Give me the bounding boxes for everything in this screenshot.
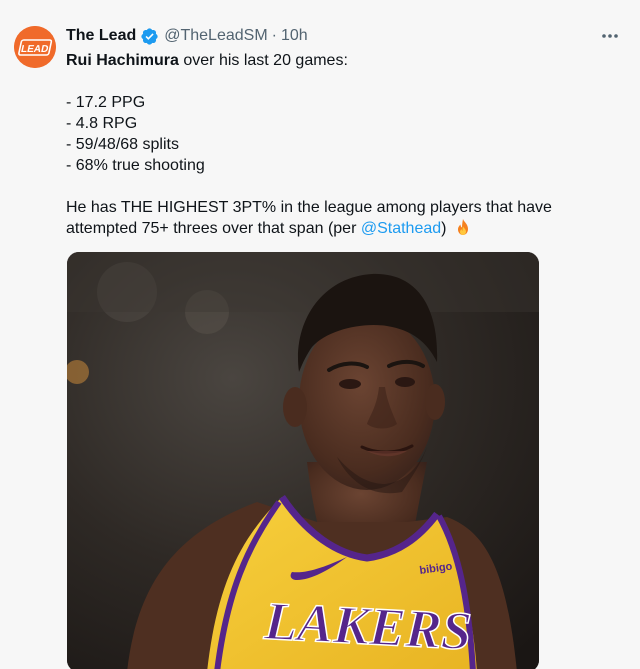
avatar[interactable]: LEAD [14, 26, 56, 68]
mention-link[interactable]: @Stathead [361, 220, 441, 237]
stat-line: - 17.2 PPG [66, 94, 146, 111]
tweet-card[interactable]: LEAD The Lead @TheLeadSM · 10h Rui Hachi… [0, 0, 640, 669]
more-options-icon[interactable] [598, 26, 622, 46]
fire-emoji-icon [454, 218, 472, 236]
closing-end: ) [441, 220, 447, 237]
stat-line: - 59/48/68 splits [66, 136, 179, 153]
user-handle[interactable]: @TheLeadSM [164, 27, 267, 45]
player-name: Rui Hachimura [66, 52, 179, 69]
tweet-media-image[interactable]: bibigo LAKERS [67, 252, 539, 669]
closing-paragraph: He has THE HIGHEST 3PT% in the league am… [66, 197, 586, 239]
lead-logo: LEAD [14, 26, 56, 68]
verified-badge-icon [140, 27, 159, 46]
player-photo: bibigo LAKERS [67, 252, 539, 669]
jersey-wordmark-text: LAKERS [262, 591, 473, 662]
lead-rest-text: over his last 20 games: [178, 52, 348, 69]
separator-dot: · [271, 27, 277, 44]
line-spacer [66, 176, 586, 197]
tweet-timestamp[interactable]: 10h [281, 27, 308, 45]
tweet-header: The Lead @TheLeadSM · 10h [66, 25, 308, 47]
tweet-text: Rui Hachimura over his last 20 games: - … [66, 50, 586, 239]
avatar-logo-text: LEAD [20, 44, 50, 55]
line-spacer [66, 71, 586, 92]
stat-line: - 4.8 RPG [66, 115, 138, 132]
stat-line: - 68% true shooting [66, 157, 205, 174]
closing-text: He has THE HIGHEST 3PT% in the league am… [66, 199, 552, 237]
display-name[interactable]: The Lead [66, 27, 136, 45]
tweet-lead-line: Rui Hachimura over his last 20 games: [66, 50, 586, 71]
